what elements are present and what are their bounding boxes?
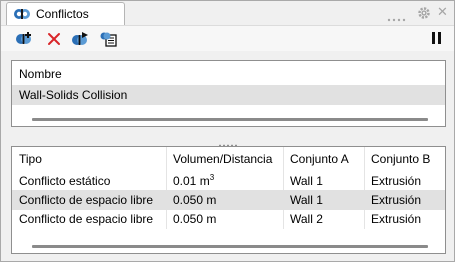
result-row[interactable]: Conflicto de espacio libre 0.050 m Wall … <box>12 209 445 229</box>
cell-conjunto-b: Extrusión <box>371 193 422 207</box>
column-header-nombre[interactable]: Nombre <box>12 64 445 84</box>
delete-icon[interactable] <box>45 31 63 47</box>
pause-icon[interactable] <box>432 32 442 44</box>
cell-valor: 0.050 m <box>173 193 217 207</box>
cell-conjunto-b: Extrusión <box>371 174 422 188</box>
column-header-conjunto-a[interactable]: Conjunto A <box>283 149 364 169</box>
result-row[interactable]: Conflicto estático 0.01 m3 Wall 1 Extrus… <box>12 171 445 191</box>
horizontal-scrollbar[interactable] <box>32 245 428 248</box>
column-header-conjunto-b[interactable]: Conjunto B <box>364 149 445 169</box>
results-table: Tipo Volumen/Distancia Conjunto A Conjun… <box>11 146 446 254</box>
column-header-volumen[interactable]: Volumen/Distancia <box>166 149 283 169</box>
cell-conjunto-b: Extrusión <box>371 212 422 226</box>
conflicts-icon <box>13 7 31 21</box>
conflicts-panel: Conflictos ✕ Nombre Wall-Solids Collisio… <box>0 0 455 262</box>
cell-tipo: Conflicto de espacio libre <box>19 193 154 207</box>
cell-conjunto-a: Wall 1 <box>290 174 323 188</box>
drag-grip-icon[interactable] <box>387 11 407 22</box>
title-bar: Conflictos ✕ <box>1 1 454 25</box>
run-conflict-icon[interactable] <box>71 31 89 47</box>
value-text: 0.01 m <box>173 174 210 188</box>
window-title: Conflictos <box>36 7 89 21</box>
cell-valor: 0.01 m3 <box>166 171 283 191</box>
result-row[interactable]: Conflicto de espacio libre 0.050 m Wall … <box>12 190 445 210</box>
cell-conjunto-a: Wall 2 <box>290 212 323 226</box>
test-name: Wall-Solids Collision <box>19 88 128 102</box>
cell-tipo: Conflicto estático <box>19 174 111 188</box>
splitter-handle[interactable] <box>218 136 238 147</box>
gear-icon[interactable] <box>417 6 431 20</box>
tests-header: Nombre <box>12 64 445 84</box>
cell-tipo: Conflicto de espacio libre <box>19 212 154 226</box>
column-header-tipo[interactable]: Tipo <box>12 149 166 169</box>
cell-conjunto-a: Wall 1 <box>290 193 323 207</box>
unit-superscript: 3 <box>209 173 215 182</box>
test-row[interactable]: Wall-Solids Collision <box>12 85 445 105</box>
add-conflict-icon[interactable] <box>15 31 33 47</box>
report-icon[interactable] <box>100 31 118 47</box>
toolbar <box>1 25 454 51</box>
horizontal-scrollbar[interactable] <box>32 118 428 121</box>
tests-list: Nombre Wall-Solids Collision <box>11 60 446 127</box>
tab-conflictos[interactable]: Conflictos <box>6 2 125 25</box>
close-icon[interactable]: ✕ <box>437 5 449 19</box>
cell-valor: 0.050 m <box>173 212 217 226</box>
results-header: Tipo Volumen/Distancia Conjunto A Conjun… <box>12 149 445 169</box>
